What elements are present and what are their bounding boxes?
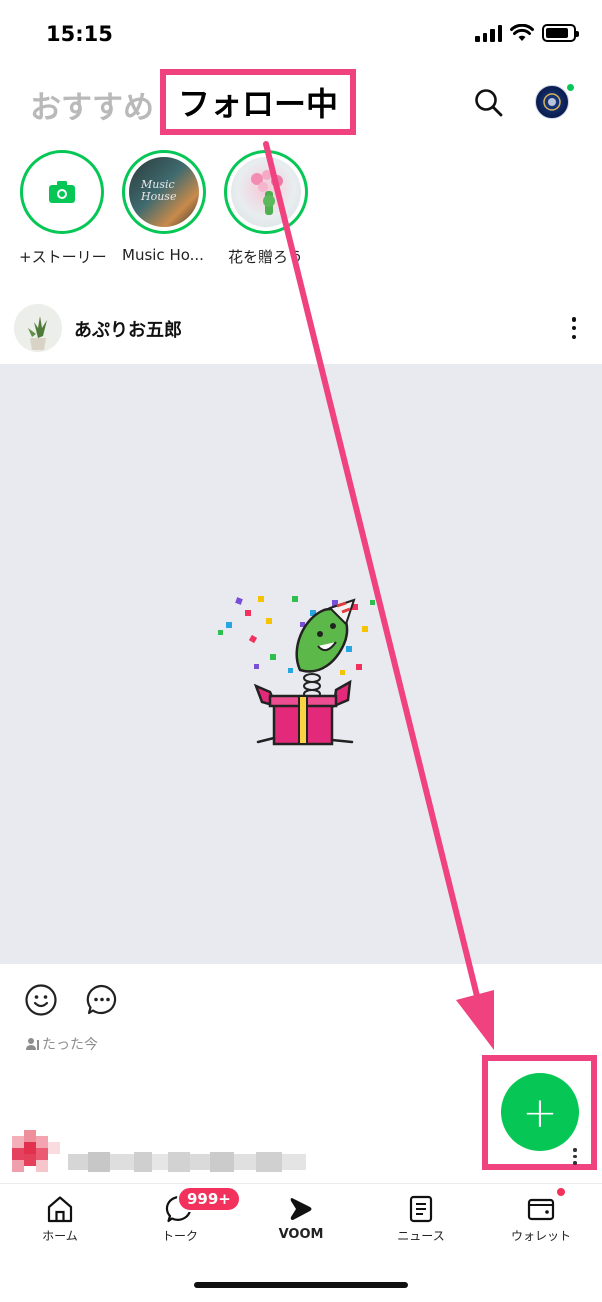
story-add[interactable] — [20, 150, 104, 234]
comment-icon[interactable] — [85, 983, 119, 1017]
nav-wallet-label: ウォレット — [510, 1229, 571, 1243]
notification-dot — [566, 83, 575, 92]
tab-recommend[interactable]: おすすめ — [30, 82, 154, 127]
post-author-name[interactable]: あぷりお五郎 — [74, 316, 182, 342]
post-media[interactable] — [0, 364, 602, 964]
post-time: たった今 — [26, 1034, 98, 1054]
nav-wallet[interactable]: ウォレット — [491, 1194, 591, 1244]
home-indicator[interactable] — [194, 1282, 408, 1288]
tab-following[interactable]: フォロー中 — [178, 79, 338, 125]
story-thumbnail-text: Music House — [141, 178, 177, 203]
nav-home[interactable]: ホーム — [10, 1194, 110, 1244]
search-icon[interactable] — [472, 86, 506, 120]
story-label-flowers: 花を贈ろう — [228, 248, 304, 266]
story-label-add: +ストーリー — [19, 248, 107, 266]
signal-icon — [475, 24, 502, 42]
wifi-icon — [510, 24, 534, 41]
story-flowers[interactable] — [224, 150, 308, 234]
story-label-music-house: Music Ho... — [122, 246, 204, 264]
blurred-name — [68, 1152, 306, 1172]
people-icon — [26, 1038, 39, 1050]
nav-news-label: ニュース — [397, 1229, 445, 1243]
status-time: 15:15 — [46, 22, 113, 46]
nav-voom[interactable]: VOOM — [251, 1194, 351, 1242]
status-icons — [475, 24, 579, 42]
post-time-text: たった今 — [42, 1037, 98, 1053]
nav-voom-label: VOOM — [278, 1227, 324, 1242]
wallet-icon — [527, 1198, 555, 1221]
nav-news[interactable]: ニュース — [371, 1194, 471, 1244]
blurred-avatar — [12, 1130, 60, 1172]
gift-box-sticker — [218, 596, 375, 746]
talk-badge: 999+ — [177, 1186, 241, 1212]
voom-icon — [290, 1198, 312, 1220]
more-icon[interactable] — [566, 314, 582, 342]
profile-avatar[interactable] — [535, 85, 569, 119]
create-post-button[interactable]: + — [501, 1073, 579, 1151]
post-author-avatar[interactable] — [14, 304, 62, 352]
nav-talk-label: トーク — [161, 1229, 198, 1243]
news-icon — [409, 1195, 433, 1223]
home-icon — [47, 1196, 73, 1223]
story-music-house[interactable]: Music House — [122, 150, 206, 234]
nav-home-label: ホーム — [42, 1229, 78, 1243]
camera-icon — [49, 181, 75, 203]
wallet-notification-dot — [557, 1188, 565, 1196]
tab-following-highlight[interactable]: フォロー中 — [160, 69, 356, 135]
flower-illustration — [251, 170, 283, 215]
item-more-icon[interactable] — [573, 1148, 577, 1165]
smiley-icon[interactable] — [24, 983, 58, 1017]
battery-icon — [542, 24, 579, 42]
